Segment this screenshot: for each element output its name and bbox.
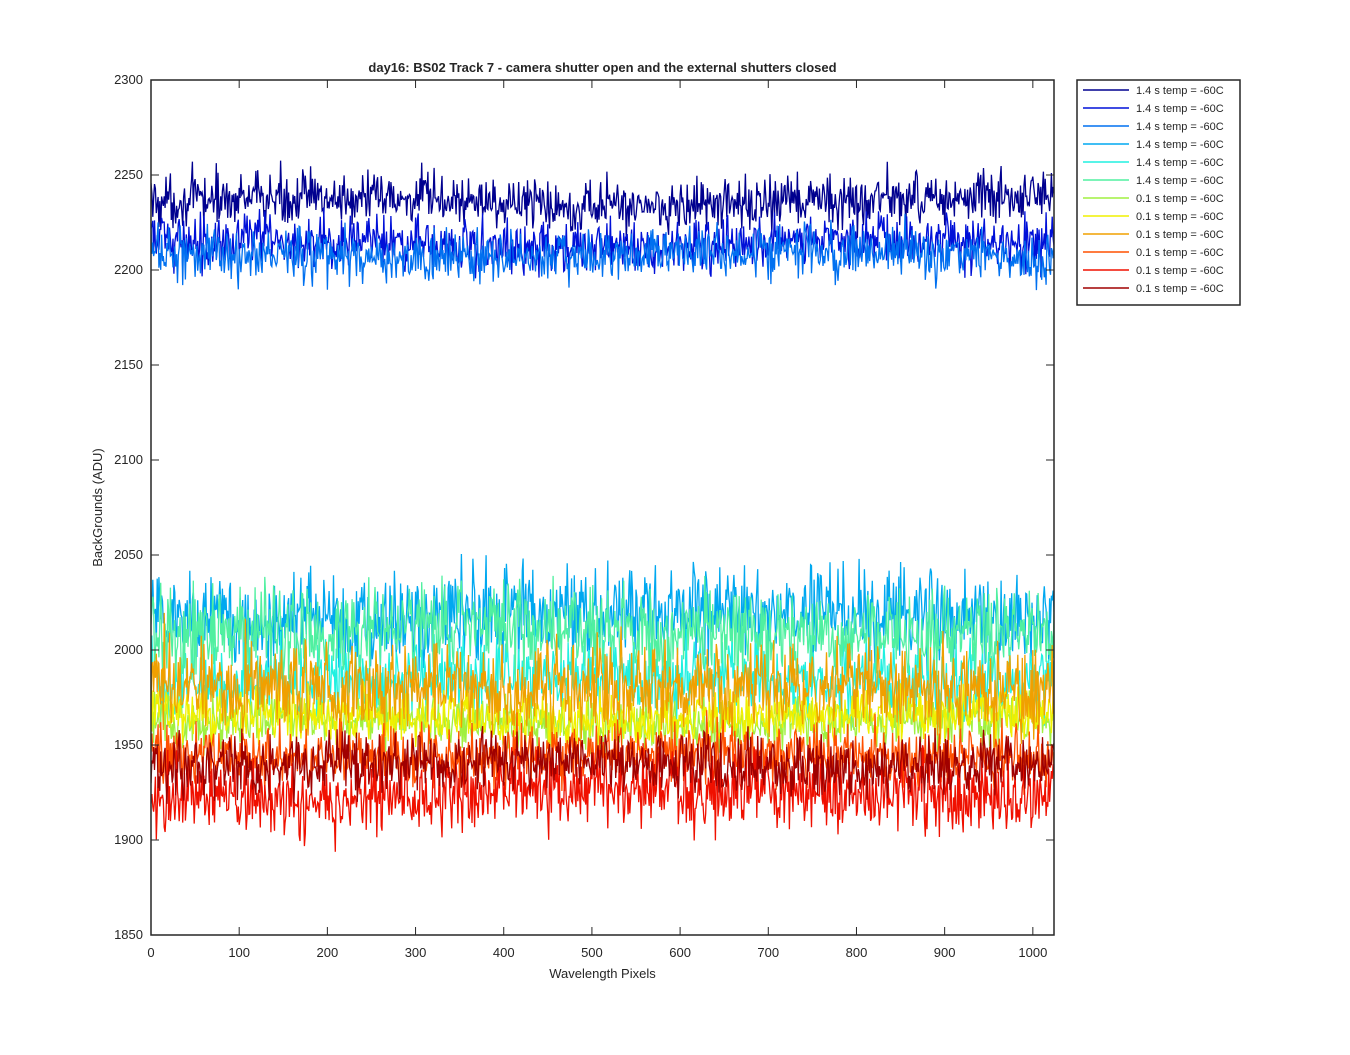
legend-entry-11: 0.1 s temp = -60C (1136, 265, 1224, 277)
series-layer (151, 160, 1054, 852)
legend-entry-2: 1.4 s temp = -60C (1136, 103, 1224, 115)
x-tick-label: 0 (147, 945, 154, 960)
x-tick-label: 900 (934, 945, 956, 960)
y-tick-label: 1850 (114, 927, 143, 942)
x-tick-label: 100 (228, 945, 250, 960)
x-tick-label: 600 (669, 945, 691, 960)
legend-entry-3: 1.4 s temp = -60C (1136, 121, 1224, 133)
x-tick-label: 300 (405, 945, 427, 960)
y-tick-label: 2250 (114, 167, 143, 182)
x-tick-label: 700 (757, 945, 779, 960)
series-line-1 (151, 160, 1054, 242)
y-tick-label: 2300 (114, 72, 143, 87)
y-tick-label: 2000 (114, 642, 143, 657)
x-tick-label: 800 (846, 945, 868, 960)
figure: day16: BS02 Track 7 - camera shutter ope… (0, 0, 1350, 1050)
y-tick-label: 1900 (114, 832, 143, 847)
x-tick-label: 200 (317, 945, 339, 960)
y-tick-label: 2050 (114, 547, 143, 562)
legend-entry-4: 1.4 s temp = -60C (1136, 139, 1224, 151)
legend-entry-9: 0.1 s temp = -60C (1136, 229, 1224, 241)
x-tick-label: 500 (581, 945, 603, 960)
y-tick-label: 2100 (114, 452, 143, 467)
y-axis-title: BackGrounds (ADU) (90, 448, 105, 566)
y-tick-label: 1950 (114, 737, 143, 752)
legend-entry-5: 1.4 s temp = -60C (1136, 157, 1224, 169)
x-tick-label: 1000 (1018, 945, 1047, 960)
legend-entry-8: 0.1 s temp = -60C (1136, 211, 1224, 223)
line-chart: day16: BS02 Track 7 - camera shutter ope… (90, 60, 1241, 981)
x-axis-title: Wavelength Pixels (549, 966, 656, 981)
legend-entry-1: 1.4 s temp = -60C (1136, 85, 1224, 97)
legend-entry-7: 0.1 s temp = -60C (1136, 193, 1224, 205)
legend-entry-6: 1.4 s temp = -60C (1136, 175, 1224, 187)
legend-entry-12: 0.1 s temp = -60C (1136, 283, 1224, 295)
x-tick-label: 400 (493, 945, 515, 960)
legend-entry-10: 0.1 s temp = -60C (1136, 247, 1224, 259)
chart-title: day16: BS02 Track 7 - camera shutter ope… (368, 60, 836, 75)
legend: 1.4 s temp = -60C 1.4 s temp = -60C 1.4 s … (1076, 79, 1241, 306)
y-tick-label: 2200 (114, 262, 143, 277)
y-tick-label: 2150 (114, 357, 143, 372)
